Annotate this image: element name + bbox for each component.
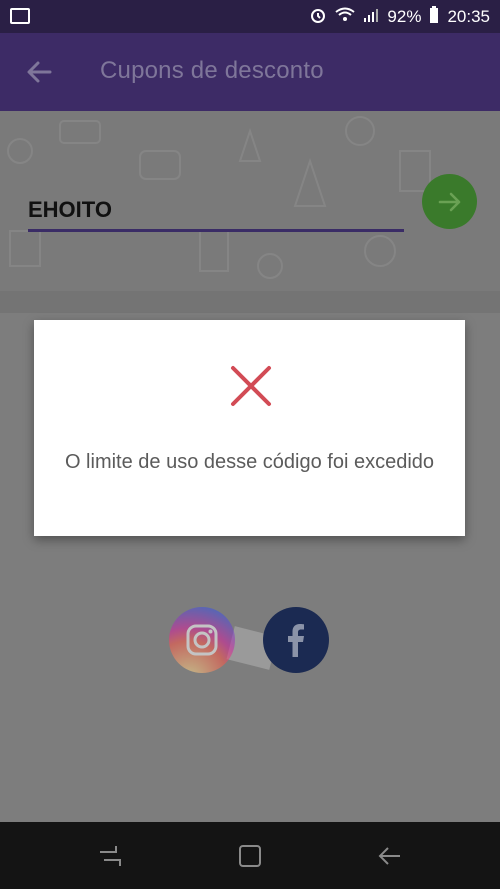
recent-apps-icon: [100, 846, 121, 866]
close-icon: [231, 366, 271, 406]
back-nav-button[interactable]: [376, 842, 404, 870]
instagram-icon: [186, 624, 218, 656]
recent-apps-button[interactable]: [96, 842, 124, 870]
status-bar: 92% 20:35: [0, 0, 500, 33]
notification-icon: [10, 8, 30, 24]
page-title: Cupons de desconto: [100, 57, 324, 84]
instagram-button[interactable]: [169, 607, 235, 673]
alarm-icon: [309, 6, 327, 29]
clock: 20:35: [447, 7, 490, 26]
status-indicators: 92% 20:35: [309, 5, 490, 29]
battery-icon: [429, 5, 439, 29]
section-divider: [0, 291, 500, 313]
coupon-code-field[interactable]: [28, 191, 404, 232]
system-navigation-bar: [0, 822, 500, 889]
error-message: O limite de uso desse código foi excedid…: [64, 451, 435, 473]
app-bar: Cupons de desconto: [0, 33, 500, 111]
home-button[interactable]: [236, 842, 264, 870]
back-button[interactable]: [24, 57, 54, 87]
coupon-hero: [0, 111, 500, 291]
arrow-right-icon: [438, 192, 460, 211]
facebook-icon: [288, 624, 304, 657]
coupon-code-input[interactable]: [28, 191, 404, 229]
facebook-button[interactable]: [263, 607, 329, 673]
wifi-icon: [335, 7, 356, 28]
submit-coupon-button[interactable]: [422, 174, 477, 229]
arrow-left-icon: [27, 61, 52, 83]
battery-percent: 92%: [387, 7, 422, 26]
back-icon: [378, 847, 400, 865]
signal-icon: [363, 7, 379, 28]
error-dialog: O limite de uso desse código foi excedid…: [34, 320, 465, 536]
home-icon: [239, 845, 261, 867]
